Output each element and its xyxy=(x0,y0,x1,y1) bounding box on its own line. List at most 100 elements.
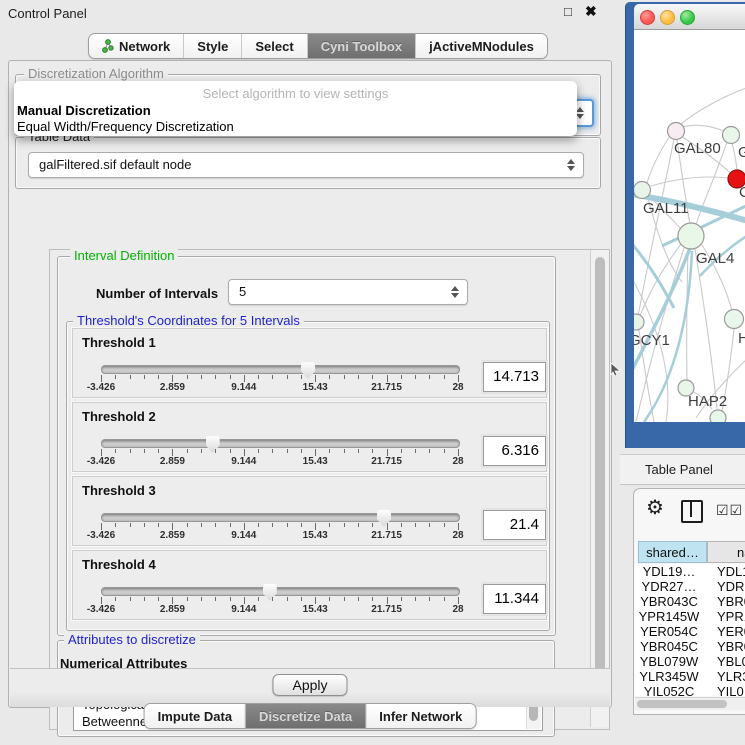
apply-button[interactable]: Apply xyxy=(272,674,347,696)
tab-discretize-data[interactable]: Discretize Data xyxy=(246,704,366,728)
cell-name: YPR1 xyxy=(703,609,745,624)
panel-title: Control Panel xyxy=(8,6,87,21)
tab-select[interactable]: Select xyxy=(242,34,307,58)
column-header-label: na xyxy=(708,545,745,560)
tick-mark xyxy=(172,449,173,456)
close-traffic-light-icon[interactable] xyxy=(640,10,655,25)
table-data-combobox[interactable]: galFiltered.sif default node xyxy=(28,152,584,178)
tick-mark xyxy=(458,597,459,604)
tick-mark xyxy=(101,375,102,382)
tick-label: -3.426 xyxy=(87,382,115,393)
node-gal80[interactable] xyxy=(668,123,685,140)
scrollbar-thumb[interactable] xyxy=(595,257,605,705)
tick-mark xyxy=(329,375,330,379)
dropdown-hint: Select algorithm to view settings xyxy=(14,86,577,101)
checkbox-filter-icons[interactable]: ☑☑ xyxy=(716,502,743,519)
tick-mark xyxy=(458,523,459,530)
table-row[interactable]: YIL052CYIL0 xyxy=(635,684,745,696)
tab-label: Select xyxy=(255,39,293,54)
network-view-window[interactable]: GAL80 GA C GAL11 GAL4 GCY1 H HAP2 xyxy=(625,2,745,448)
threshold-value-field[interactable]: 14.713 xyxy=(483,362,546,392)
node-label: GAL11 xyxy=(643,200,689,217)
table-row[interactable]: YPR145WYPR1 xyxy=(635,609,745,624)
threshold-slider[interactable] xyxy=(101,365,460,374)
tick-mark xyxy=(158,375,159,379)
tick-mark xyxy=(358,449,359,453)
threshold-value-field[interactable]: 6.316 xyxy=(483,436,546,466)
horizontal-scrollbar[interactable] xyxy=(635,697,745,710)
close-icon[interactable]: ✖ xyxy=(585,3,597,20)
tick-label: 21.715 xyxy=(371,530,402,541)
tick-mark xyxy=(344,375,345,379)
tick-mark xyxy=(215,523,216,527)
threshold-4-panel: Threshold 4 -3.4262.8599.14415.4321.7152… xyxy=(72,550,547,620)
tick-mark xyxy=(244,523,245,530)
network-icon xyxy=(102,39,114,53)
node-table-rows[interactable]: YDL19…YDL1YDR27…YDR2YBR043CYBR0YPR145WYP… xyxy=(635,564,745,696)
tick-mark xyxy=(172,523,173,530)
tick-mark xyxy=(258,449,259,453)
node-gal4[interactable] xyxy=(678,223,704,249)
tick-label: 15.43 xyxy=(303,456,328,467)
dropdown-option-equal-width-frequency[interactable]: Equal Width/Frequency Discretization xyxy=(17,119,234,134)
tick-mark xyxy=(458,375,459,382)
vertical-scrollbar[interactable] xyxy=(590,250,609,727)
mouse-cursor xyxy=(610,362,622,376)
tick-mark xyxy=(387,449,388,456)
thresholds-group: Threshold's Coordinates for 5 Intervals … xyxy=(66,321,550,631)
tick-label: 2.859 xyxy=(160,604,185,615)
table-row[interactable]: YDR27…YDR2 xyxy=(635,579,745,594)
gear-icon[interactable]: ⚙ xyxy=(646,498,664,518)
tab-infer-network[interactable]: Infer Network xyxy=(366,704,475,728)
network-canvas[interactable]: GAL80 GA C GAL11 GAL4 GCY1 H HAP2 xyxy=(634,30,745,422)
scrollbar-thumb[interactable] xyxy=(637,700,727,708)
tab-style[interactable]: Style xyxy=(184,34,242,58)
table-panel-titlebar: Table Panel xyxy=(620,454,745,485)
network-window-titlebar[interactable] xyxy=(634,4,745,30)
combobox-value: galFiltered.sif default node xyxy=(39,157,191,172)
tick-mark xyxy=(187,523,188,527)
tab-impute-data[interactable]: Impute Data xyxy=(145,704,246,728)
table-row[interactable]: YER054CYER0 xyxy=(635,624,745,639)
tick-mark xyxy=(201,523,202,527)
node-label: H xyxy=(738,330,745,347)
threshold-slider[interactable] xyxy=(101,587,460,596)
cyni-bottom-tabs: Impute Data Discretize Data Infer Networ… xyxy=(144,703,477,729)
node-clipped-bottom[interactable] xyxy=(710,410,726,422)
threshold-slider[interactable] xyxy=(101,513,460,522)
threshold-label: Threshold 3 xyxy=(82,483,156,498)
node-gal11[interactable] xyxy=(634,182,651,199)
tick-mark xyxy=(101,597,102,604)
tab-network[interactable]: Network xyxy=(89,34,184,58)
table-row[interactable]: YDL19…YDL1 xyxy=(635,564,745,579)
tick-mark xyxy=(215,449,216,453)
tab-cyni-toolbox[interactable]: Cyni Toolbox xyxy=(308,34,416,58)
table-row[interactable]: YBL079WYBL0 xyxy=(635,654,745,669)
node-h[interactable] xyxy=(725,310,744,329)
column-header-shared-name[interactable]: shared… xyxy=(638,541,707,563)
float-window-icon[interactable]: □ xyxy=(564,4,572,19)
node-clipped-top-right[interactable] xyxy=(723,127,740,144)
split-columns-icon[interactable] xyxy=(681,500,703,523)
threshold-slider[interactable] xyxy=(101,439,460,448)
table-row[interactable]: YBR043CYBR0 xyxy=(635,594,745,609)
threshold-3-panel: Threshold 3 -3.4262.8599.14415.4321.7152… xyxy=(72,476,547,546)
tick-label: 9.144 xyxy=(231,530,256,541)
num-intervals-combobox[interactable]: 5 xyxy=(228,279,468,305)
stepper-arrows-icon xyxy=(576,107,585,119)
table-row[interactable]: YBR045CYBR0 xyxy=(635,639,745,654)
threshold-value-field[interactable]: 11.344 xyxy=(483,584,546,614)
zoom-traffic-light-icon[interactable] xyxy=(680,10,695,25)
dropdown-option-manual-discretization[interactable]: Manual Discretization xyxy=(17,103,151,118)
threshold-value-field[interactable]: 21.4 xyxy=(483,510,546,540)
tick-mark xyxy=(387,597,388,604)
minimize-traffic-light-icon[interactable] xyxy=(660,10,675,25)
tab-jactivemnodules[interactable]: jActiveMNodules xyxy=(416,34,547,58)
tick-mark xyxy=(444,449,445,453)
tick-mark xyxy=(287,449,288,453)
node-gcy1[interactable] xyxy=(634,314,644,330)
column-header-name[interactable]: na xyxy=(707,541,745,563)
threshold-2-panel: Threshold 2 -3.4262.8599.14415.4321.7152… xyxy=(72,402,547,472)
tick-label: 9.144 xyxy=(231,604,256,615)
table-row[interactable]: YLR345WYLR3 xyxy=(635,669,745,684)
